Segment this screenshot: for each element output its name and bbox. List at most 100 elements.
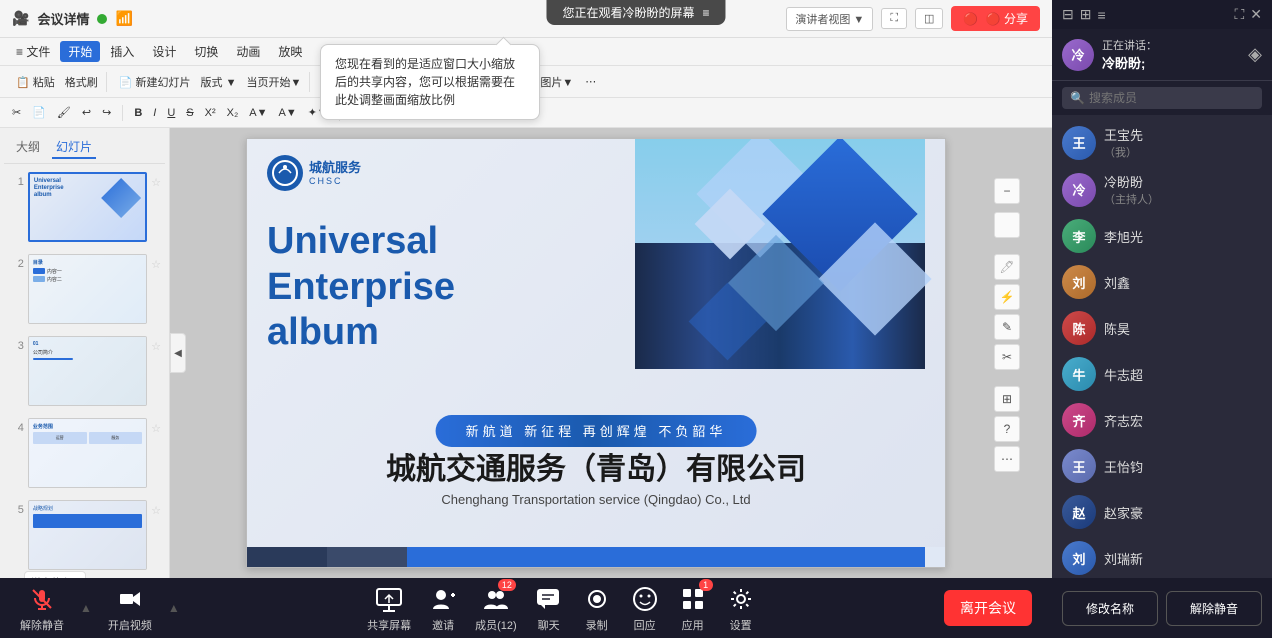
chat-svg (535, 585, 563, 613)
format-btn[interactable]: 格式刷 (61, 72, 102, 92)
invite-btn[interactable]: 邀请 (427, 583, 459, 633)
app-container: 🎥 会议详情 📶 演讲者视图 ▼ ⛶ ◫ 🔴 🔴 分享 您正在观看冷盼盼的屏幕 … (0, 0, 1272, 638)
unmute-arrow[interactable]: ▲ (80, 601, 92, 615)
video-btn[interactable]: 开启视频 (108, 583, 152, 633)
fullscreen-btn[interactable]: ⛶ (881, 8, 907, 29)
slide-thumb-2[interactable]: 2 目录 内容一 内容二 (4, 250, 165, 328)
search-members-input[interactable] (1089, 91, 1254, 105)
settings-btn[interactable]: 设置 (725, 583, 757, 633)
menu-insert[interactable]: 插入 (102, 41, 142, 62)
members-btn[interactable]: 12 成员(12) (475, 583, 517, 633)
slide-layout-btn[interactable]: 版式 ▼ (197, 72, 241, 92)
slides-tab[interactable]: 幻灯片 (52, 136, 96, 159)
chat-btn[interactable]: 聊天 (533, 583, 565, 633)
copy-btn[interactable]: 📄 (28, 105, 50, 120)
participant-item-3[interactable]: 李 李旭光 (1052, 213, 1272, 259)
logo-text-en: CHSC (309, 176, 361, 186)
participant-role-2: （主持人） (1104, 191, 1159, 207)
record-label: 录制 (586, 617, 608, 633)
signal-icon: 📶 (115, 10, 132, 27)
bar-blue (407, 547, 925, 567)
slide-title-line3: album (267, 310, 455, 356)
slide-thumb-1[interactable]: 1 UniversalEnterprisealbum ☆ (4, 168, 165, 246)
tool-5[interactable]: ✎ (994, 314, 1020, 340)
panel-window-controls: ⛶ ✕ (1234, 6, 1262, 23)
react-btn[interactable]: 回应 (629, 583, 661, 633)
leave-meeting-btn[interactable]: 离开会议 (944, 590, 1032, 626)
menu-transition[interactable]: 切换 (186, 41, 226, 62)
unmute-btn[interactable]: 解除静音 (20, 583, 64, 633)
cut-btn[interactable]: ✂ (8, 105, 25, 120)
slide-img-4: 业务范围 运营 服务 (28, 418, 147, 488)
font-color-btn[interactable]: A▼ (245, 106, 271, 120)
participant-item-7[interactable]: 齐 齐志宏 (1052, 397, 1272, 443)
menu-design[interactable]: 设计 (144, 41, 184, 62)
new-slide-btn[interactable]: 📄 新建幻灯片 (115, 72, 195, 92)
strikethrough-btn[interactable]: S (182, 106, 197, 120)
slide-thumb-5[interactable]: 5 战略规划 ☆ 说点什么... (4, 496, 165, 574)
view-mode-btn[interactable]: 演讲者视图 ▼ (786, 7, 873, 31)
participant-item-2[interactable]: 冷 冷盼盼 （主持人） (1052, 166, 1272, 213)
company-name-en: Chenghang Transportation service (Qingda… (386, 492, 806, 507)
menu-animation[interactable]: 动画 (228, 41, 268, 62)
sidebar-toggle-btn[interactable]: ◫ (915, 8, 943, 29)
menu-file[interactable]: ≡ 文件 (8, 41, 58, 62)
modify-name-btn[interactable]: 修改名称 (1062, 591, 1158, 626)
participant-item-6[interactable]: 牛 牛志超 (1052, 351, 1272, 397)
underline-btn[interactable]: U (163, 106, 179, 120)
slide-star-3[interactable]: ☆ (151, 340, 161, 353)
tool-7[interactable]: ⊞ (994, 386, 1020, 412)
italic-btn[interactable]: I (149, 106, 160, 120)
video-icon (114, 583, 146, 615)
participant-item-10[interactable]: 刘 刘瑞新 (1052, 535, 1272, 581)
share-screen-btn[interactable]: 共享屏幕 (367, 583, 411, 633)
main-content: 大纲 幻灯片 1 UniversalEnterprisealbum ☆ (0, 128, 1052, 578)
slide-start-btn[interactable]: 当页开始▼ (242, 72, 305, 92)
slide-star-5[interactable]: ☆ (151, 504, 161, 517)
panel-collapse-btn[interactable]: ◀ (170, 333, 186, 373)
participant-item-4[interactable]: 刘 刘鑫 (1052, 259, 1272, 305)
tool-9[interactable]: ⋯ (994, 446, 1020, 472)
speaker-name: 冷盼盼; (1102, 53, 1157, 72)
tool-8[interactable]: ? (994, 416, 1020, 442)
participant-item-8[interactable]: 王 王怡钧 (1052, 443, 1272, 489)
slide-group: 📄 新建幻灯片 版式 ▼ 当页开始▼ (111, 72, 311, 92)
outline-tab[interactable]: 大纲 (12, 136, 44, 159)
tool-4[interactable]: ⚡ (994, 284, 1020, 310)
menu-slideshow[interactable]: 放映 (270, 41, 310, 62)
superscript-btn[interactable]: X² (201, 106, 220, 120)
slide-thumb-3[interactable]: 3 01 公司简介 ☆ (4, 332, 165, 410)
paste-btn[interactable]: 📋 粘贴 (12, 72, 59, 92)
highlight-btn[interactable]: A▼ (274, 106, 300, 120)
subscript-btn[interactable]: X₂ (223, 106, 243, 120)
bold-btn[interactable]: B (130, 106, 146, 120)
apps-btn[interactable]: 1 应用 (677, 583, 709, 633)
slide-star-4[interactable]: ☆ (151, 422, 161, 435)
participant-avatar-9: 赵 (1062, 495, 1096, 529)
video-arrow[interactable]: ▲ (168, 601, 180, 615)
participant-item-9[interactable]: 赵 赵家豪 (1052, 489, 1272, 535)
format-copy-btn[interactable]: 🖌 (53, 105, 75, 120)
mic-svg (30, 587, 54, 611)
tool-6[interactable]: ✂ (994, 344, 1020, 370)
record-btn[interactable]: 录制 (581, 583, 613, 633)
undo-btn[interactable]: ↩ (78, 105, 95, 120)
zoom-out-tool[interactable]: − (994, 178, 1020, 204)
redo-btn[interactable]: ↪ (98, 105, 115, 120)
participant-item-1[interactable]: 王 王宝先 （我） (1052, 119, 1272, 166)
menu-start[interactable]: 开始 (60, 41, 100, 62)
slide-thumb-4[interactable]: 4 业务范围 运营 服务 ☆ (4, 414, 165, 492)
more-btn[interactable]: ⋯ (581, 73, 600, 90)
tool-3[interactable]: 🖊 (994, 254, 1020, 280)
slide-star-1[interactable]: ☆ (151, 176, 161, 189)
zoom-in-tool[interactable] (994, 212, 1020, 238)
panel-expand-btn[interactable]: ⛶ (1234, 6, 1244, 23)
share-btn[interactable]: 🔴 🔴 分享 (951, 6, 1040, 31)
panel-close-btn[interactable]: ✕ (1250, 6, 1262, 23)
participant-avatar-10: 刘 (1062, 541, 1096, 575)
slide-star-2[interactable]: ☆ (151, 258, 161, 271)
participant-item-5[interactable]: 陈 陈昊 (1052, 305, 1272, 351)
participant-info-9: 赵家豪 (1104, 503, 1143, 522)
unmute-all-btn[interactable]: 解除静音 (1166, 591, 1262, 626)
screen-share-icon: ≡ (703, 6, 710, 20)
